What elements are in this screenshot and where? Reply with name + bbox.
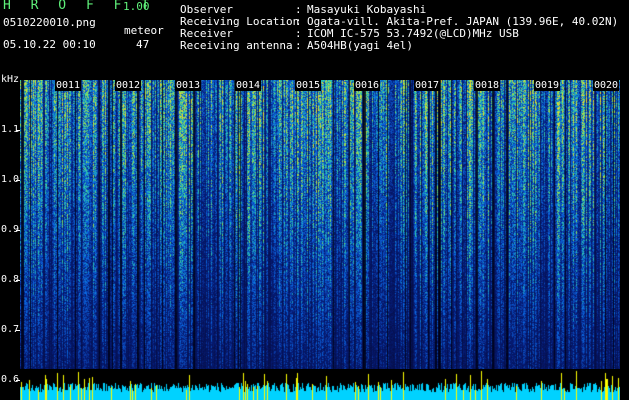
y-tick-mark (16, 330, 20, 331)
minute-label: 0017 (414, 80, 441, 91)
y-tick-mark (16, 280, 20, 281)
minute-label: 0013 (175, 80, 202, 91)
signal-level-strip (20, 370, 620, 400)
minute-label: 0014 (235, 80, 262, 91)
file-datetime: 05.10.22 00:10 (3, 38, 96, 51)
meta-row-antenna: Receiving antenna : A504HB(yagi 4el) (180, 40, 618, 52)
y-tick-mark (16, 180, 20, 181)
minute-label: 0018 (474, 80, 501, 91)
axis-unit-label: kHz (1, 74, 20, 85)
meta-key: Receiving antenna (180, 39, 293, 52)
spectrogram-canvas[interactable] (20, 80, 620, 369)
meteor-count: 47 (136, 38, 150, 51)
minute-label: 0011 (55, 80, 82, 91)
minute-label: 0012 (115, 80, 142, 91)
minute-label: 0016 (354, 80, 381, 91)
meta-sep: : (295, 39, 302, 52)
minute-label: 0015 (295, 80, 322, 91)
file-name: 0510220010.png (3, 16, 96, 29)
minute-label: 0020 (593, 80, 620, 91)
meteor-label: meteor (124, 24, 164, 37)
frequency-axis: kHz 1.1 1.0 0.9 0.8 0.7 0.6 (0, 74, 20, 385)
signal-level-canvas (20, 370, 620, 400)
station-info: Observer : Masayuki Kobayashi Receiving … (180, 4, 618, 52)
meta-value: A504HB(yagi 4el) (307, 39, 413, 52)
y-tick-mark (16, 130, 20, 131)
app-version: 1.00 (123, 0, 150, 13)
minute-label: 0019 (534, 80, 561, 91)
spectrogram-area[interactable] (20, 80, 620, 369)
y-tick-mark (16, 230, 20, 231)
